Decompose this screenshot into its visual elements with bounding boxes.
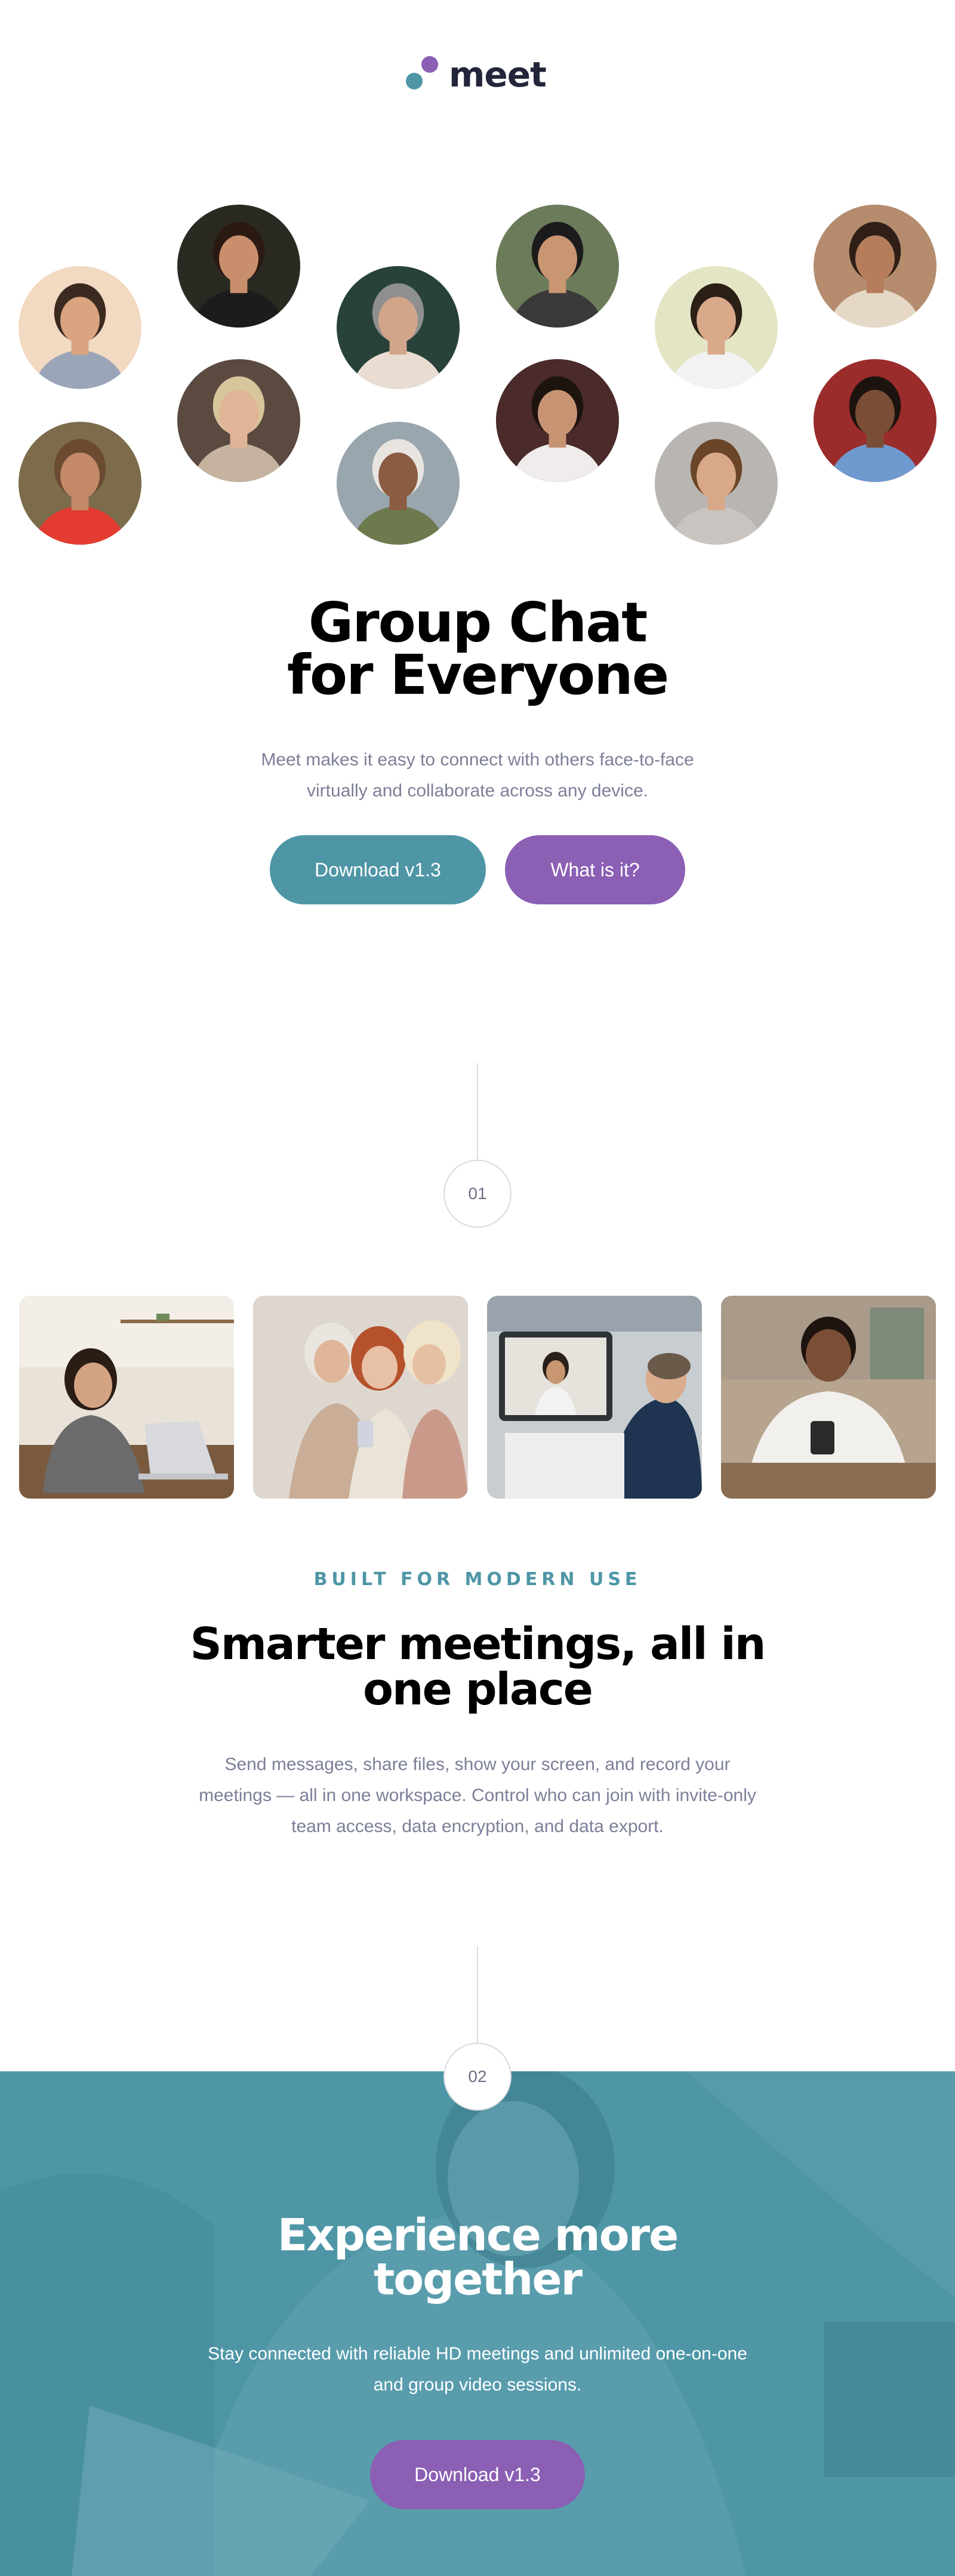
features-desc-line-2: meetings — all in one workspace. Control… <box>199 1786 756 1805</box>
hero-title-line-2: for Everyone <box>286 643 669 707</box>
person-9-portrait <box>337 422 460 545</box>
step-marker-02: 02 <box>443 2043 512 2111</box>
step-marker-01: 01 <box>443 1160 512 1228</box>
features-title: Smarter meetings, all in one place <box>149 1621 806 1712</box>
person-10-portrait <box>496 359 619 482</box>
avatar-person-10 <box>496 359 619 482</box>
hero-desc-line-2: virtually and collaborate across any dev… <box>307 781 648 801</box>
avatar-person-11 <box>655 422 778 545</box>
seniors-phone-photo <box>253 1296 468 1499</box>
person-3-portrait <box>337 266 460 389</box>
person-1-portrait <box>19 266 141 389</box>
features-eyebrow: BUILT FOR MODERN USE <box>313 1569 642 1590</box>
cta-desc-line-2: and group video sessions. <box>373 2375 582 2395</box>
logo-wordmark: meet <box>449 54 547 95</box>
cta-desc-line-1: Stay connected with reliable HD meetings… <box>208 2344 747 2364</box>
avatar-person-4 <box>496 205 619 328</box>
features-desc-line-3: team access, data encryption, and data e… <box>291 1817 664 1836</box>
person-4-portrait <box>496 205 619 328</box>
cta-title-line-2: together <box>373 2254 583 2305</box>
avatar-person-9 <box>337 422 460 545</box>
person-2-portrait <box>177 205 300 328</box>
avatar-person-2 <box>177 205 300 328</box>
man-phone-photo <box>721 1296 936 1499</box>
cta-title-line-1: Experience more <box>277 2210 679 2261</box>
features-title-line-2: one place <box>363 1664 593 1715</box>
brand-logo[interactable]: meet <box>406 54 549 95</box>
woman-laptop-photo <box>19 1296 234 1499</box>
video-call-photo <box>487 1296 702 1499</box>
cta-description: Stay connected with reliable HD meetings… <box>173 2339 782 2401</box>
avatar-person-12 <box>814 359 936 482</box>
hero-title: Group Chat for Everyone <box>179 591 776 707</box>
features-desc-line-1: Send messages, share files, show your sc… <box>224 1755 731 1774</box>
avatar-person-6 <box>814 205 936 328</box>
hero-desc-line-1: Meet makes it easy to connect with other… <box>261 750 694 770</box>
what-is-it-button[interactable]: What is it? <box>505 835 685 904</box>
features-description: Send messages, share files, show your sc… <box>173 1749 782 1842</box>
cta-title: Experience more together <box>179 2213 776 2302</box>
person-12-portrait <box>814 359 936 482</box>
hero-description: Meet makes it easy to connect with other… <box>227 745 728 807</box>
download-button[interactable]: Download v1.3 <box>270 835 486 904</box>
avatar-person-3 <box>337 266 460 389</box>
person-7-portrait <box>19 422 141 545</box>
person-6-portrait <box>814 205 936 328</box>
features-title-line-1: Smarter meetings, all in <box>190 1619 766 1670</box>
avatar-person-7 <box>19 422 141 545</box>
logo-dot-teal <box>406 73 423 89</box>
logo-dot-purple <box>421 56 438 73</box>
step-connector-line-2 <box>477 1946 478 2043</box>
person-11-portrait <box>655 422 778 545</box>
avatar-person-8 <box>177 359 300 482</box>
avatar-person-1 <box>19 266 141 389</box>
step-connector-line <box>477 1063 478 1160</box>
hero-title-line-1: Group Chat <box>308 591 648 654</box>
person-5-portrait <box>655 266 778 389</box>
cta-download-button[interactable]: Download v1.3 <box>370 2440 585 2509</box>
person-8-portrait <box>177 359 300 482</box>
avatar-person-5 <box>655 266 778 389</box>
